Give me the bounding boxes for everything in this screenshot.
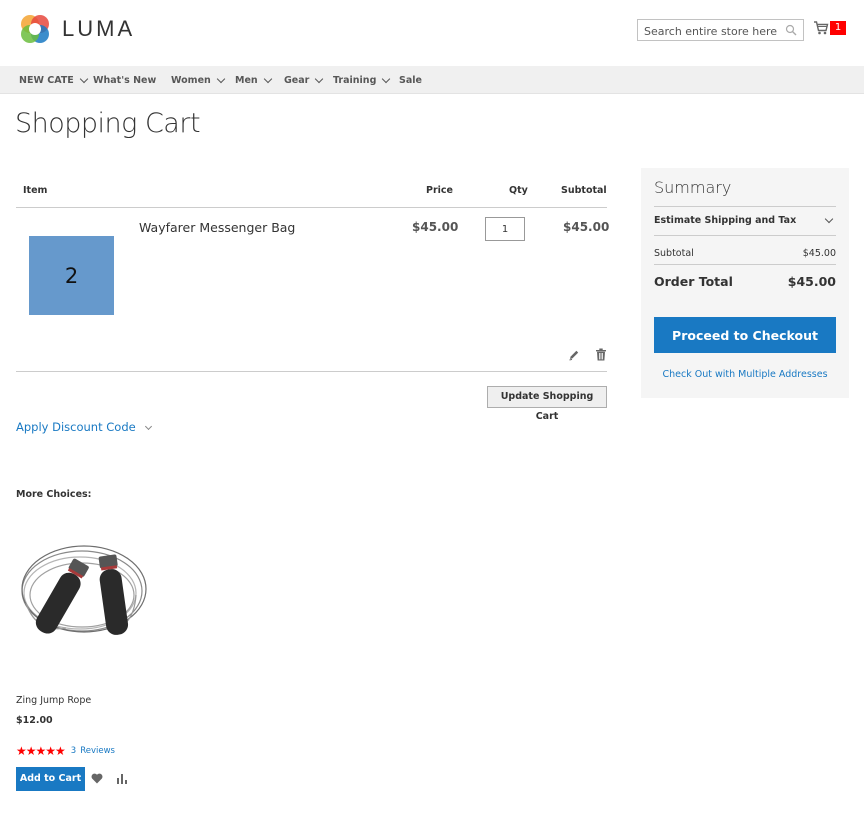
reviews-link[interactable]: 3 Reviews — [71, 746, 119, 756]
compare-bars-icon[interactable] — [116, 773, 128, 784]
nav-item-label: Gear — [284, 74, 310, 86]
minicart-link[interactable]: 1 — [813, 20, 846, 36]
column-header-qty: Qty — [509, 185, 528, 196]
crosssell-product-name[interactable]: Zing Jump Rope — [16, 695, 91, 706]
chevron-down-icon — [144, 422, 152, 430]
nav-item-women[interactable]: Women — [171, 66, 226, 94]
item-subtotal: $45.00 — [563, 220, 610, 234]
proceed-to-checkout-button[interactable]: Proceed to Checkout — [654, 317, 836, 353]
logo-text: LUMA — [62, 16, 136, 41]
chevron-down-icon — [216, 74, 226, 83]
table-bottom-divider — [16, 371, 607, 372]
nav-item-label: Men — [235, 74, 258, 86]
crosssell-title: More Choices: — [16, 489, 92, 500]
summary-title: Summary — [654, 178, 732, 197]
subtotal-label: Subtotal — [654, 248, 694, 259]
review-count: 3 — [70, 746, 77, 756]
estimate-shipping-toggle[interactable]: Estimate Shipping and Tax — [654, 214, 836, 226]
subtotal-value: $45.00 — [802, 248, 836, 259]
chevron-down-icon — [79, 74, 89, 83]
trash-icon[interactable] — [595, 348, 607, 361]
rating-stars-icon: ★★★★★ — [16, 744, 66, 758]
nav-item-sale[interactable]: Sale — [399, 66, 422, 94]
product-name-link[interactable]: Wayfarer Messenger Bag — [139, 220, 295, 235]
cart-summary: Summary Estimate Shipping and Tax Subtot… — [641, 168, 849, 398]
jump-rope-product-image[interactable] — [16, 533, 148, 673]
column-header-subtotal: Subtotal — [561, 185, 607, 196]
nav-item-new-cate[interactable]: NEW CATE — [19, 66, 89, 94]
cart-icon — [814, 21, 829, 35]
nav-item-label: Training — [333, 74, 377, 86]
order-total-row: Order Total $45.00 — [654, 274, 836, 289]
column-header-price: Price — [426, 185, 453, 196]
table-header-divider — [16, 207, 607, 208]
summary-divider — [654, 264, 836, 265]
nav-item-gear[interactable]: Gear — [284, 66, 324, 94]
multiple-addresses-link[interactable]: Check Out with Multiple Addresses — [641, 369, 849, 380]
chevron-down-icon — [382, 74, 391, 83]
heart-wishlist-icon[interactable] — [91, 773, 103, 784]
cart-count-badge: 1 — [830, 21, 846, 35]
column-header-item: Item — [23, 185, 48, 196]
qty-input[interactable] — [485, 217, 525, 241]
nav-item-men[interactable]: Men — [235, 66, 272, 94]
nav-item-label: Sale — [399, 74, 422, 86]
item-price: $45.00 — [412, 220, 459, 234]
nav-item-label: NEW CATE — [19, 74, 74, 86]
apply-discount-toggle[interactable]: Apply Discount Code — [16, 420, 152, 434]
add-to-cart-button[interactable]: Add to Cart — [16, 767, 85, 791]
chevron-down-icon — [263, 74, 272, 83]
thumbnail-label: 2 — [64, 263, 79, 288]
product-thumbnail[interactable]: 2 — [29, 236, 114, 315]
subtotal-row: Subtotal $45.00 — [654, 248, 836, 259]
reviews-label: Reviews — [80, 746, 115, 756]
nav-item-label: Women — [171, 74, 211, 86]
nav-item-whats-new[interactable]: What's New — [93, 66, 156, 94]
nav-item-label: What's New — [93, 74, 157, 86]
search-icon[interactable] — [785, 24, 797, 36]
discount-label: Apply Discount Code — [16, 420, 136, 434]
store-logo[interactable]: LUMA — [18, 12, 135, 46]
search-input[interactable] — [638, 21, 778, 42]
order-total-value: $45.00 — [787, 274, 836, 289]
crosssell-product-price: $12.00 — [16, 715, 53, 726]
chevron-down-icon — [824, 214, 834, 224]
luma-logo-icon — [21, 15, 49, 43]
chevron-down-icon — [315, 74, 324, 83]
search-box[interactable] — [637, 19, 804, 42]
summary-divider — [654, 206, 836, 207]
main-navigation: NEW CATE What's New Women Men Gear Train… — [0, 66, 864, 94]
estimate-shipping-label: Estimate Shipping and Tax — [654, 215, 797, 226]
nav-item-training[interactable]: Training — [333, 66, 391, 94]
product-rating: ★★★★★ 3 Reviews — [16, 744, 119, 758]
page-title: Shopping Cart — [15, 108, 201, 139]
edit-pencil-icon[interactable] — [568, 349, 580, 361]
summary-divider — [654, 235, 836, 236]
update-cart-button[interactable]: Update Shopping Cart — [487, 386, 607, 422]
order-total-label: Order Total — [654, 274, 733, 289]
page-header: LUMA 1 — [0, 0, 864, 66]
